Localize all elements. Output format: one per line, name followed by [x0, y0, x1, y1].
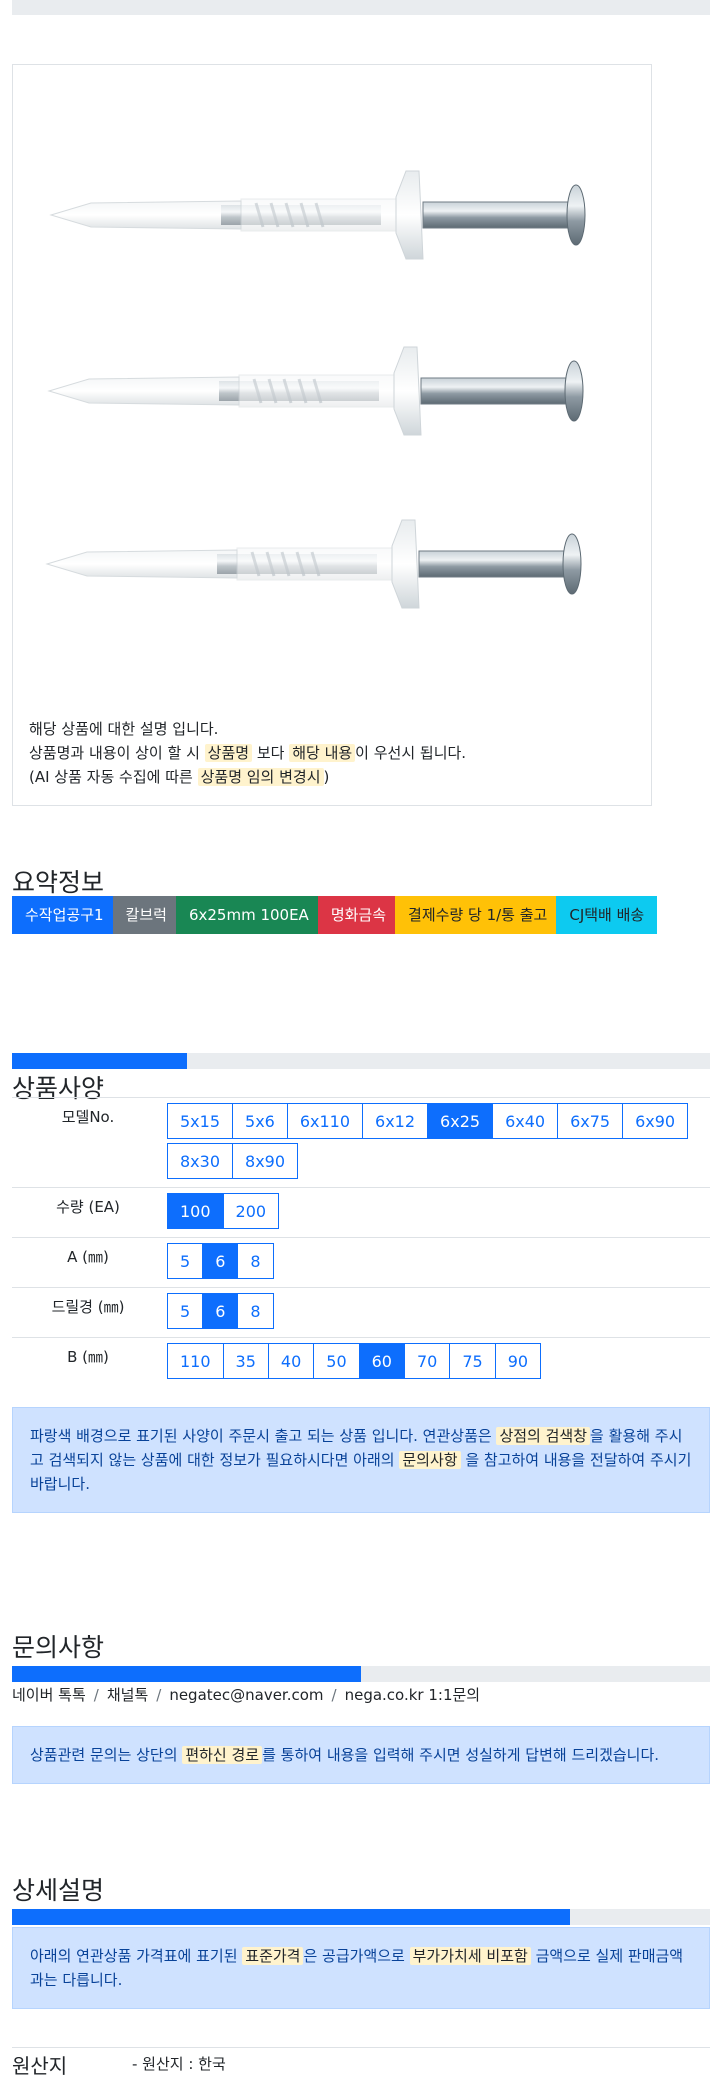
highlight-search: 상점의 검색창	[496, 1427, 591, 1445]
spec-option-button[interactable]: 35	[222, 1343, 269, 1379]
summary-tag: 칼브럭	[112, 896, 180, 934]
summary-title: 요약정보	[12, 868, 105, 897]
spec-label: A (㎜)	[12, 1237, 164, 1288]
spec-option-button[interactable]: 75	[449, 1343, 496, 1379]
spec-option-button[interactable]: 6x75	[557, 1103, 624, 1139]
inquiry-channels: 네이버 톡톡 / 채널톡 / negatec@naver.com / nega.co.kr …	[12, 1686, 481, 1704]
note-line-2: 상품명과 내용이 상이 할 시 상품명 보다 해당 내용 이 우선시 됩니다.	[29, 744, 467, 762]
spec-option-button[interactable]: 5	[167, 1293, 204, 1329]
note-line-1: 해당 상품에 대한 설명 입니다.	[29, 720, 219, 738]
spec-label: 드릴경 (㎜)	[12, 1287, 164, 1338]
spec-row: 드릴경 (㎜) 5 6 8	[12, 1287, 710, 1338]
summary-tag: 수작업공구1	[12, 896, 117, 934]
summary-tag: 결제수량 당 1/통 출고	[395, 896, 561, 934]
detail-progress-fill	[12, 1909, 571, 1925]
origin-value: - 원산지 : 한국	[132, 2055, 226, 2073]
highlight-standard-price: 표준가격	[242, 1947, 304, 1965]
spec-option-button[interactable]: 90	[494, 1343, 542, 1379]
detail-title: 상세설명	[12, 1876, 105, 1905]
highlight-content: 해당 내용	[289, 744, 356, 762]
spec-row: 수량 (EA) 100 200	[12, 1187, 710, 1238]
spec-option-button[interactable]: 6x25	[427, 1103, 494, 1139]
spec-option-button[interactable]: 5x6	[232, 1103, 288, 1139]
spec-notice: 파랑색 배경으로 표기된 사양이 주문시 출고 되는 상품 입니다. 연관상품은…	[12, 1407, 710, 1513]
channel-email[interactable]: negatec@naver.com	[169, 1686, 323, 1704]
spec-option-button[interactable]: 50	[313, 1343, 360, 1379]
spec-options: 5x15 5x6 6x110 6x12 6x25 6x40 6x75 6x90 8x30 8x90	[164, 1097, 710, 1188]
spec-option-button[interactable]: 5x15	[167, 1103, 234, 1139]
summary-tag: 명화금속	[317, 896, 400, 934]
channel-site-inquiry[interactable]: nega.co.kr 1:1문의	[345, 1686, 481, 1704]
highlight-name-change: 상품명 임의 변경시	[197, 768, 324, 786]
spec-option-button[interactable]: 200	[222, 1193, 280, 1229]
channel-talk[interactable]: 채널톡	[107, 1686, 148, 1704]
spec-option-button[interactable]: 6x110	[286, 1103, 364, 1139]
product-description-note: 해당 상품에 대한 설명 입니다. 상품명과 내용이 상이 할 시 상품명 보다…	[29, 717, 466, 789]
spec-options: 100 200	[164, 1187, 710, 1238]
spec-row: A (㎜) 5 6 8	[12, 1237, 710, 1288]
spec-label: 모델No.	[12, 1097, 164, 1188]
highlight-vat: 부가가치세 비포함	[409, 1947, 531, 1965]
spec-option-button[interactable]: 8x90	[232, 1143, 299, 1179]
spec-option-button[interactable]: 100	[167, 1193, 224, 1229]
spec-progress-fill	[12, 1053, 187, 1069]
spec-row: B (㎜) 110 35 40 50 60 70 75 90	[12, 1337, 710, 1387]
detail-progress	[12, 1909, 710, 1925]
highlight-inquiry: 문의사항	[399, 1451, 461, 1469]
spec-option-button[interactable]: 6	[202, 1293, 239, 1329]
spec-options: 568	[164, 1287, 710, 1338]
spec-option-button[interactable]: 40	[267, 1343, 315, 1379]
spec-option-button[interactable]: 6x40	[492, 1103, 559, 1139]
origin-divider	[12, 2047, 710, 2048]
spec-options: 568	[164, 1237, 710, 1288]
inquiry-title: 문의사항	[12, 1633, 105, 1662]
spec-option-button[interactable]: 110	[167, 1343, 224, 1379]
spec-label: 수량 (EA)	[12, 1187, 164, 1238]
spec-option-button[interactable]: 8	[237, 1243, 274, 1279]
spec-option-button[interactable]: 60	[358, 1343, 405, 1379]
spec-row: 모델No. 5x15 5x6 6x110 6x12 6x25 6x40 6x75 6x90 8x3…	[12, 1097, 710, 1188]
spec-table: 모델No. 5x15 5x6 6x110 6x12 6x25 6x40 6x75 6x90 8x3…	[12, 1097, 710, 1387]
spec-option-button[interactable]: 6x12	[362, 1103, 429, 1139]
inquiry-progress	[12, 1666, 710, 1682]
origin-label: 원산지	[12, 2054, 68, 2078]
hammer-anchor-image	[45, 169, 587, 610]
spec-option-button[interactable]: 70	[403, 1343, 451, 1379]
spec-progress	[12, 1053, 710, 1069]
spec-option-button[interactable]: 8	[237, 1293, 274, 1329]
inquiry-progress-fill	[12, 1666, 361, 1682]
detail-notice: 아래의 연관상품 가격표에 표기된 표준가격 은 공급가액으로 부가가치세 비포함…	[12, 1927, 710, 2009]
highlight-channel: 편하신 경로	[182, 1746, 263, 1764]
summary-tag: 6x25mm 100EA	[175, 896, 322, 934]
inquiry-notice: 상품관련 문의는 상단의 편하신 경로 를 통하여 내용을 입력해 주시면 성실하…	[12, 1726, 710, 1784]
spec-option-button[interactable]: 8x30	[167, 1143, 234, 1179]
summary-tag: CJ택배 배송	[556, 896, 658, 934]
spec-label: B (㎜)	[12, 1337, 164, 1387]
top-progress-track	[12, 0, 710, 15]
summary-tags: 수작업공구1 칼브럭 6x25mm 100EA 명화금속 결제수량 당 1/통 출고 CJ…	[12, 896, 712, 934]
note-line-3: (AI 상품 자동 수집에 따른 상품명 임의 변경시)	[29, 768, 330, 786]
channel-naver-talk[interactable]: 네이버 톡톡	[12, 1686, 86, 1704]
spec-option-button[interactable]: 6x90	[622, 1103, 689, 1139]
product-photo-frame: 해당 상품에 대한 설명 입니다. 상품명과 내용이 상이 할 시 상품명 보다…	[12, 64, 652, 806]
spec-options: 110 35 40 50 60 70 75 90	[164, 1337, 710, 1387]
spec-option-button[interactable]: 5	[167, 1243, 204, 1279]
highlight-product-name: 상품명	[204, 744, 253, 762]
spec-option-button[interactable]: 6	[202, 1243, 239, 1279]
